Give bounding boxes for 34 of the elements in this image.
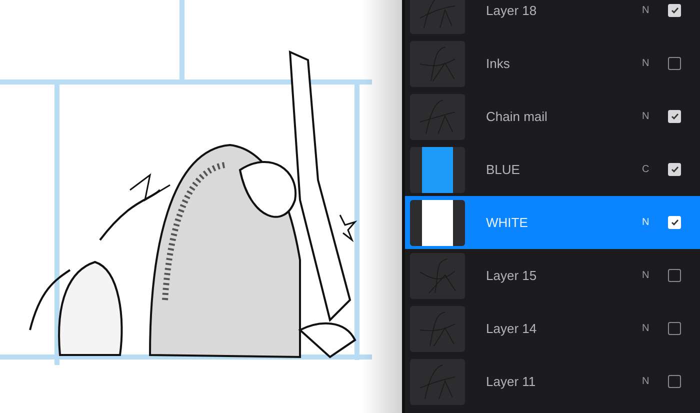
layer-row[interactable]: Chain mail N bbox=[405, 90, 700, 143]
layer-row[interactable]: Layer 14 N bbox=[405, 302, 700, 355]
blend-mode-button[interactable]: N bbox=[642, 3, 668, 18]
blend-mode-button[interactable]: N bbox=[642, 268, 668, 283]
layer-row[interactable]: Layer 11 N bbox=[405, 355, 700, 408]
layer-row[interactable]: BLUE C bbox=[405, 143, 700, 196]
blend-mode-button[interactable]: N bbox=[642, 321, 668, 336]
layer-row[interactable]: Inks N bbox=[405, 37, 700, 90]
layer-name: Layer 11 bbox=[486, 372, 537, 391]
layer-row[interactable]: WHITE N bbox=[405, 196, 700, 249]
blend-mode-button[interactable]: N bbox=[642, 109, 668, 124]
blend-mode-button[interactable]: N bbox=[642, 374, 668, 389]
layer-name: Layer 15 bbox=[486, 266, 538, 285]
visibility-checkbox[interactable] bbox=[668, 269, 681, 282]
visibility-checkbox[interactable] bbox=[668, 57, 681, 70]
check-icon bbox=[670, 113, 678, 120]
layer-thumbnail bbox=[410, 200, 465, 246]
blend-mode-button[interactable]: C bbox=[642, 162, 668, 177]
blend-mode-button[interactable]: N bbox=[642, 56, 668, 71]
layer-thumbnail bbox=[410, 146, 465, 192]
visibility-checkbox[interactable] bbox=[668, 375, 681, 388]
layer-name: Chain mail bbox=[486, 108, 548, 126]
layer-name: BLUE bbox=[486, 160, 521, 179]
layer-name: Layer 14 bbox=[486, 320, 538, 338]
layer-row[interactable]: Layer 15 N bbox=[405, 249, 700, 302]
blend-mode-button[interactable]: N bbox=[642, 215, 668, 230]
layer-name: Layer 18 bbox=[486, 2, 538, 20]
layer-name: Inks bbox=[486, 54, 511, 73]
layer-row[interactable]: Layer 18 N bbox=[405, 0, 700, 37]
layer-name: WHITE bbox=[486, 214, 529, 232]
check-icon bbox=[670, 166, 678, 173]
visibility-checkbox[interactable] bbox=[668, 322, 681, 335]
check-icon bbox=[670, 7, 678, 14]
check-icon bbox=[670, 219, 678, 226]
